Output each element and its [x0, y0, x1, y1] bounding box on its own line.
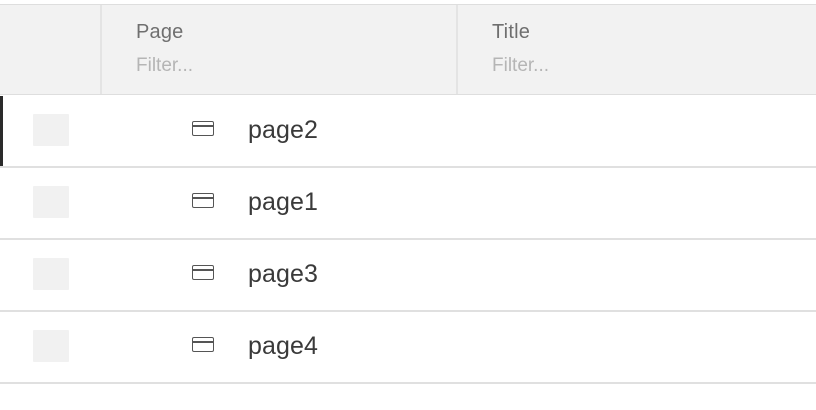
page-name[interactable]: page1 — [248, 188, 318, 217]
pages-grid: Page Title page2 page1 page3 page4 — [0, 0, 816, 410]
page-name[interactable]: page3 — [248, 260, 318, 289]
page-icon — [192, 193, 214, 208]
page-column-label[interactable]: Page — [136, 21, 184, 44]
table-row[interactable]: page3 — [0, 240, 816, 312]
page-column-header[interactable]: Page — [100, 5, 456, 94]
table-row[interactable]: page4 — [0, 312, 816, 384]
page-icon — [192, 121, 214, 136]
title-column-header[interactable]: Title — [456, 5, 816, 94]
table-row[interactable]: page2 — [0, 96, 816, 168]
grid-header: Page Title — [0, 4, 816, 95]
select-column-header — [0, 5, 100, 94]
title-column-label[interactable]: Title — [492, 21, 530, 44]
page-icon — [192, 337, 214, 352]
page-icon — [192, 265, 214, 280]
row-checkbox[interactable] — [33, 258, 69, 290]
row-checkbox[interactable] — [33, 330, 69, 362]
title-filter-input[interactable] — [492, 55, 712, 77]
page-name[interactable]: page2 — [248, 116, 318, 145]
page-name[interactable]: page4 — [248, 332, 318, 361]
row-checkbox[interactable] — [33, 114, 69, 146]
page-filter-input[interactable] — [136, 55, 356, 77]
table-row[interactable]: page1 — [0, 168, 816, 240]
row-checkbox[interactable] — [33, 186, 69, 218]
